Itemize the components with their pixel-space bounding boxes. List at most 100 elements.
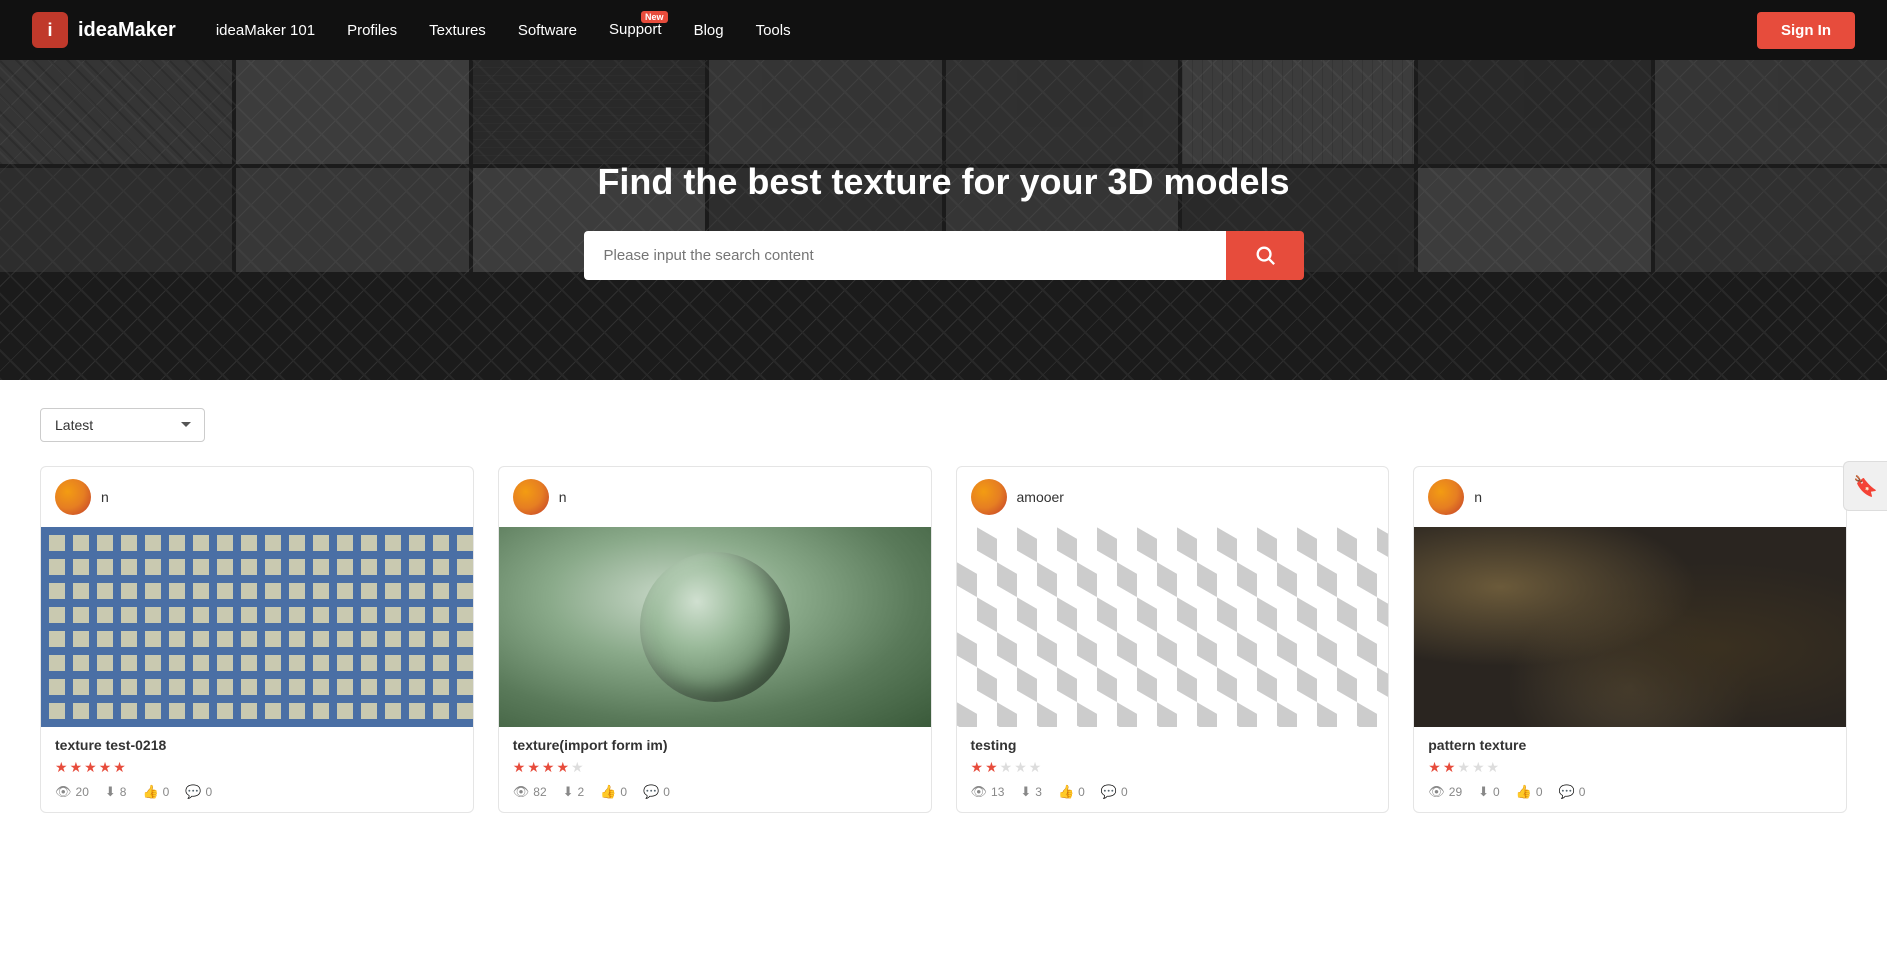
star-3-empty: ★ (1457, 759, 1470, 776)
views-count-4: 29 (1449, 785, 1462, 799)
tile-15 (1418, 168, 1650, 272)
comments-count-3: 0 (1121, 785, 1128, 799)
card-info-3: testing ★ ★ ★ ★ ★ 👁 13 ⬇ 3 (957, 727, 1389, 812)
likes-count-2: 0 (620, 785, 627, 799)
nav-item-blog[interactable]: Blog (694, 22, 724, 39)
nav-item-support-wrapper[interactable]: Support New (609, 21, 662, 39)
card-title-4: pattern texture (1428, 737, 1832, 753)
card-stars-4: ★ ★ ★ ★ ★ (1428, 759, 1832, 776)
meta-comments-3: 💬 0 (1101, 784, 1128, 800)
tile-1 (0, 60, 232, 164)
username-4: n (1474, 489, 1482, 505)
card-header-4: n (1414, 467, 1846, 527)
tile-2 (236, 60, 468, 164)
star-1: ★ (1428, 759, 1441, 776)
logo[interactable]: i ideaMaker (32, 12, 176, 48)
texture-card-3[interactable]: amooer testing ★ ★ ★ ★ ★ 👁 13 (956, 466, 1390, 813)
meta-likes-2: 👍 0 (600, 784, 627, 800)
views-count-2: 82 (533, 785, 546, 799)
star-1: ★ (55, 759, 68, 776)
meta-downloads-3: ⬇ 3 (1020, 784, 1042, 800)
meta-downloads-2: ⬇ 2 (563, 784, 585, 800)
pattern-texture (957, 527, 1389, 727)
tile-7 (1418, 60, 1650, 164)
star-5-empty: ★ (571, 759, 584, 776)
nav-item-tools[interactable]: Tools (756, 22, 791, 39)
meta-comments-2: 💬 0 (643, 784, 670, 800)
username-2: n (559, 489, 567, 505)
eye-icon-4: 👁 (1428, 784, 1445, 800)
card-meta-4: 👁 29 ⬇ 0 👍 0 💬 0 (1428, 784, 1832, 800)
card-header-3: amooer (957, 467, 1389, 527)
sign-in-button[interactable]: Sign In (1757, 12, 1855, 49)
card-info-2: texture(import form im) ★ ★ ★ ★ ★ 👁 82 ⬇ (499, 727, 931, 812)
star-2: ★ (985, 759, 998, 776)
star-5: ★ (113, 759, 126, 776)
like-icon-1: 👍 (142, 784, 158, 800)
downloads-count-1: 8 (120, 785, 127, 799)
star-3: ★ (84, 759, 97, 776)
new-badge: New (641, 11, 668, 23)
card-header-1: n (41, 467, 473, 527)
tile-6 (1182, 60, 1414, 164)
star-4-empty: ★ (1472, 759, 1485, 776)
search-input[interactable] (584, 231, 1226, 280)
texture-image-3 (957, 527, 1389, 727)
tile-5 (946, 60, 1178, 164)
nav-links: ideaMaker 101 Profiles Textures Software… (216, 21, 1757, 39)
views-count-1: 20 (76, 785, 89, 799)
meta-comments-4: 💬 0 (1559, 784, 1586, 800)
meta-views-1: 👁 20 (55, 784, 89, 800)
meta-comments-1: 💬 0 (185, 784, 212, 800)
nav-item-software[interactable]: Software (518, 22, 577, 39)
star-2: ★ (1443, 759, 1456, 776)
texture-image-1 (41, 527, 473, 727)
main-content: Latest Popular Most Downloaded n texture… (0, 380, 1887, 841)
texture-card-4[interactable]: n pattern texture ★ ★ ★ ★ ★ 👁 29 (1413, 466, 1847, 813)
card-meta-1: 👁 20 ⬇ 8 👍 0 💬 0 (55, 784, 459, 800)
card-stars-1: ★ ★ ★ ★ ★ (55, 759, 459, 776)
avatar-4 (1428, 479, 1464, 515)
search-bar (584, 231, 1304, 280)
sphere (640, 552, 790, 702)
username-3: amooer (1017, 489, 1064, 505)
card-title-1: texture test-0218 (55, 737, 459, 753)
nav-item-support[interactable]: Support (609, 21, 662, 38)
downloads-count-3: 3 (1035, 785, 1042, 799)
nav-item-ideamaker101[interactable]: ideaMaker 101 (216, 22, 315, 39)
avatar-2 (513, 479, 549, 515)
texture-card-1[interactable]: n texture test-0218 ★ ★ ★ ★ ★ 👁 20 (40, 466, 474, 813)
nav-item-profiles[interactable]: Profiles (347, 22, 397, 39)
meta-likes-3: 👍 0 (1058, 784, 1085, 800)
bookmark-icon: 🔖 (1853, 474, 1878, 499)
meta-views-2: 👁 82 (513, 784, 547, 800)
comment-icon-4: 💬 (1559, 784, 1575, 800)
card-stars-3: ★ ★ ★ ★ ★ (971, 759, 1375, 776)
tile-3 (473, 60, 705, 164)
comments-count-2: 0 (663, 785, 670, 799)
nav-item-textures[interactable]: Textures (429, 22, 486, 39)
star-3: ★ (542, 759, 555, 776)
tile-9 (0, 168, 232, 272)
star-1: ★ (971, 759, 984, 776)
sort-select[interactable]: Latest Popular Most Downloaded (40, 408, 205, 442)
comments-count-1: 0 (206, 785, 213, 799)
download-icon-3: ⬇ (1020, 784, 1031, 800)
filter-row: Latest Popular Most Downloaded (40, 408, 1847, 442)
download-icon-1: ⬇ (105, 784, 116, 800)
views-count-3: 13 (991, 785, 1004, 799)
card-title-3: testing (971, 737, 1375, 753)
downloads-count-4: 0 (1493, 785, 1500, 799)
like-icon-3: 👍 (1058, 784, 1074, 800)
tile-8 (1655, 60, 1887, 164)
bookmark-sidebar-button[interactable]: 🔖 (1843, 461, 1887, 511)
texture-card-2[interactable]: n texture(import form im) ★ ★ ★ ★ ★ 👁 82 (498, 466, 932, 813)
meta-views-4: 👁 29 (1428, 784, 1462, 800)
card-meta-2: 👁 82 ⬇ 2 👍 0 💬 0 (513, 784, 917, 800)
meta-likes-4: 👍 0 (1516, 784, 1543, 800)
search-button[interactable] (1226, 231, 1304, 280)
logo-icon: i (32, 12, 68, 48)
likes-count-4: 0 (1536, 785, 1543, 799)
star-4: ★ (556, 759, 569, 776)
hero-tiles (0, 60, 1887, 380)
